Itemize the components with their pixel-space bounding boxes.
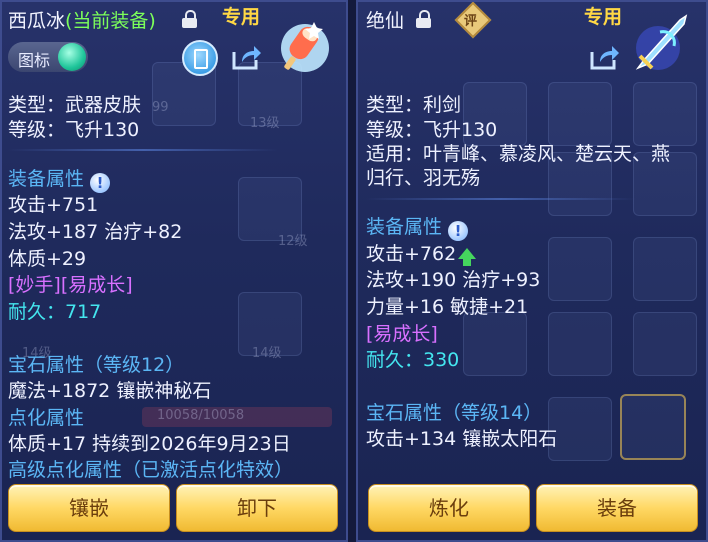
stat-line: 攻击+762 <box>366 239 477 266</box>
bg-item-slot <box>633 312 697 376</box>
inlay-button[interactable]: 镶嵌 <box>8 484 170 532</box>
trait-tags: [易成长] <box>366 323 438 345</box>
bg-level-label: 14级 <box>252 346 282 361</box>
equip-section-label: 装备属性 <box>366 216 443 238</box>
toggle-knob <box>58 43 86 71</box>
stat-line: 体质+29 <box>8 248 87 270</box>
exclusive-label: 专用 <box>584 6 623 28</box>
share-icon[interactable] <box>230 42 262 72</box>
refine-stat: 体质+17 持续到2026年9月23日 <box>8 433 291 455</box>
item-type: 类型：利剑 <box>366 94 462 116</box>
advanced-refine-title: 高级点化属性（已激活点化特效） <box>8 459 294 481</box>
stat-line: 攻击+751 <box>8 194 99 216</box>
refine-button[interactable]: 炼化 <box>368 484 530 532</box>
trait-tags: [妙手][易成长] <box>8 274 133 296</box>
gem-section-title: 宝石属性（等级14） <box>366 402 543 424</box>
unequip-button[interactable]: 卸下 <box>176 484 338 532</box>
bg-item-slot <box>548 82 612 146</box>
lock-icon[interactable] <box>182 10 197 28</box>
gem-stat: 魔法+1872 镶嵌神秘石 <box>8 380 212 402</box>
stat-value: 攻击+762 <box>366 243 457 265</box>
bg-item-slot-selected <box>620 394 686 460</box>
appearance-icon[interactable] <box>182 40 218 76</box>
item-level: 等级：飞升130 <box>366 119 498 141</box>
bg-level-label: 12级 <box>278 234 308 249</box>
sword-icon <box>630 12 692 74</box>
stat-line: 力量+16 敏捷+21 <box>366 296 529 318</box>
panel-divider <box>348 0 356 542</box>
popsicle-skin-icon <box>274 14 336 76</box>
bg-item-slot <box>548 397 612 461</box>
stat-line: 法攻+190 治疗+93 <box>366 269 541 291</box>
section-divider <box>8 149 278 151</box>
equipped-status: (当前装备) <box>65 10 156 32</box>
gem-section-title: 宝石属性（等级12） <box>8 354 185 376</box>
toggle-label: 图标 <box>18 51 51 70</box>
icon-toggle[interactable]: 图标 <box>8 42 88 72</box>
item-title: 西瓜冰(当前装备) <box>8 6 156 33</box>
share-icon[interactable] <box>588 42 620 72</box>
info-icon[interactable]: ! <box>448 221 469 241</box>
bg-item-slot <box>548 237 612 301</box>
equip-section-title: 装备属性 ! <box>366 212 469 241</box>
bg-item-slot <box>548 312 612 376</box>
gem-stat: 攻击+134 镶嵌太阳石 <box>366 428 558 450</box>
bg-item-slot <box>633 237 697 301</box>
current-equipment-panel: 13级 12级 14级 14级 99 10058/10058 西瓜冰(当前装备)… <box>0 0 348 542</box>
bg-count-label: 99 <box>152 100 169 115</box>
equip-section-title: 装备属性 ! <box>8 164 111 193</box>
bg-level-label: 13级 <box>250 116 280 131</box>
bg-progress-text: 10058/10058 <box>157 408 245 423</box>
usable-characters: 适用：叶青峰、慕凌风、楚云天、燕 <box>366 143 671 165</box>
usable-characters-cont: 归行、羽无殇 <box>366 167 481 189</box>
item-level: 等级：飞升130 <box>8 119 140 141</box>
durability: 耐久：330 <box>366 349 460 371</box>
stat-line: 法攻+187 治疗+82 <box>8 221 183 243</box>
item-name: 西瓜冰 <box>8 10 66 32</box>
refine-section-title: 点化属性 <box>8 407 85 429</box>
item-name: 绝仙 <box>366 10 405 32</box>
bg-item-slot <box>463 312 527 376</box>
item-type: 类型：武器皮肤 <box>8 94 142 116</box>
bg-item-slot <box>633 82 697 146</box>
compare-equipment-panel: 绝仙 评 专用 类型：利剑 等级：飞升130 适用：叶青峰、慕凌风、楚云天、燕 … <box>356 0 708 542</box>
arrow-up-icon <box>458 248 477 266</box>
durability: 耐久：717 <box>8 301 102 323</box>
section-divider <box>366 198 636 200</box>
lock-icon[interactable] <box>416 10 431 28</box>
exclusive-label: 专用 <box>222 6 261 28</box>
equip-section-label: 装备属性 <box>8 168 85 190</box>
rating-badge-text: 评 <box>464 14 478 29</box>
equip-button[interactable]: 装备 <box>536 484 698 532</box>
